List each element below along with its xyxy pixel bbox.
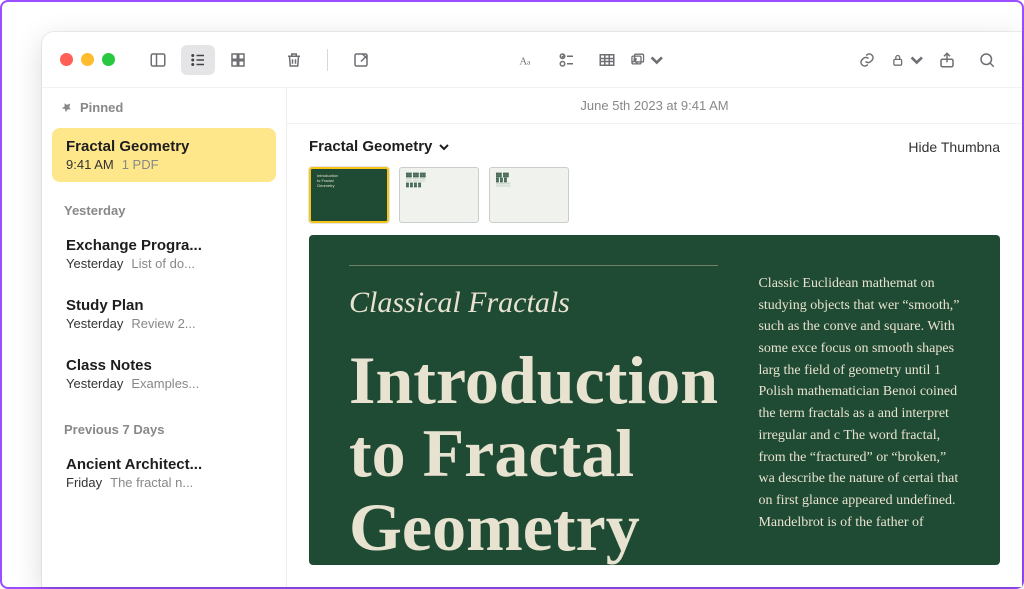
pdf-viewer[interactable]: Classical Fractals Introduction to Fract… <box>309 235 1000 565</box>
pdf-divider <box>349 265 718 266</box>
pdf-main-title: Introduction to Fractal Geometry <box>349 344 718 564</box>
content-area: Pinned Fractal Geometry 9:41 AM 1 PDF Ye… <box>42 88 1022 587</box>
notes-sidebar: Pinned Fractal Geometry 9:41 AM 1 PDF Ye… <box>42 88 287 587</box>
note-item-pinned[interactable]: Fractal Geometry 9:41 AM 1 PDF <box>52 128 276 182</box>
note-title: Class Notes <box>66 357 262 374</box>
note-preview: Examples... <box>131 376 199 391</box>
note-preview: The fractal n... <box>110 475 193 490</box>
minimize-button[interactable] <box>81 53 94 66</box>
pdf-title-dropdown[interactable]: Fractal Geometry <box>309 138 450 155</box>
group-yesterday: Yesterday <box>42 185 286 224</box>
note-preview: Review 2... <box>131 316 195 331</box>
delete-icon[interactable] <box>277 45 311 75</box>
checklist-icon[interactable] <box>550 45 584 75</box>
note-time: 9:41 AM <box>66 157 114 172</box>
compose-icon[interactable] <box>344 45 378 75</box>
pdf-thumbnails: Introductionto FractalGeometry ▓▓ ▓▓ ▓▓░… <box>287 163 1022 235</box>
note-time: Yesterday <box>66 316 123 331</box>
pdf-thumbnail-2[interactable]: ▓▓ ▓▓ ▓▓░░ ░░ ░░▓ ▓ ▓ ▓ <box>399 167 479 223</box>
toolbar-separator <box>327 49 328 71</box>
chevron-down-icon <box>438 141 450 153</box>
pdf-title: Fractal Geometry <box>309 138 432 155</box>
note-title: Study Plan <box>66 297 262 314</box>
note-title: Exchange Progra... <box>66 237 262 254</box>
pin-icon <box>60 101 73 114</box>
note-title: Ancient Architect... <box>66 456 262 473</box>
note-item[interactable]: Class Notes Yesterday Examples... <box>52 347 276 401</box>
note-time: Yesterday <box>66 376 123 391</box>
share-icon[interactable] <box>930 45 964 75</box>
chevron-down-icon <box>649 51 665 69</box>
hide-thumbnails-button[interactable]: Hide Thumbna <box>908 139 1000 155</box>
note-time: Yesterday <box>66 256 123 271</box>
pinned-header: Pinned <box>42 88 286 125</box>
lock-icon[interactable] <box>890 45 924 75</box>
close-button[interactable] <box>60 53 73 66</box>
date-header: June 5th 2023 at 9:41 AM <box>287 88 1022 124</box>
pdf-subtitle: Classical Fractals <box>349 286 718 320</box>
maximize-button[interactable] <box>102 53 115 66</box>
text-format-icon[interactable]: Aa <box>510 45 544 75</box>
search-icon[interactable] <box>970 45 1004 75</box>
pdf-thumbnail-3[interactable]: ▓▓ ▓▓▓ ▓ ▓░░░░░ <box>489 167 569 223</box>
list-view-icon[interactable] <box>181 45 215 75</box>
pdf-header: Fractal Geometry Hide Thumbna <box>287 124 1022 163</box>
group-previous-7-days: Previous 7 Days <box>42 404 286 443</box>
toolbar: Aa <box>42 32 1022 88</box>
pdf-title-block: Classical Fractals Introduction to Fract… <box>349 265 718 535</box>
note-item[interactable]: Study Plan Yesterday Review 2... <box>52 287 276 341</box>
window-controls <box>60 53 115 66</box>
note-meta: 1 PDF <box>122 157 159 172</box>
pdf-thumbnail-1[interactable]: Introductionto FractalGeometry <box>309 167 389 223</box>
app-window: Aa Pinned <box>42 32 1022 587</box>
note-item[interactable]: Ancient Architect... Friday The fractal … <box>52 446 276 500</box>
link-icon[interactable] <box>850 45 884 75</box>
table-icon[interactable] <box>590 45 624 75</box>
note-title: Fractal Geometry <box>66 138 262 155</box>
note-item[interactable]: Exchange Progra... Yesterday List of do.… <box>52 227 276 281</box>
main-content: June 5th 2023 at 9:41 AM Fractal Geometr… <box>287 88 1022 587</box>
note-time: Friday <box>66 475 102 490</box>
media-icon[interactable] <box>630 45 664 75</box>
sidebar-toggle-icon[interactable] <box>141 45 175 75</box>
pinned-label: Pinned <box>80 100 123 115</box>
note-preview: List of do... <box>131 256 195 271</box>
grid-view-icon[interactable] <box>221 45 255 75</box>
svg-text:a: a <box>527 57 531 66</box>
pdf-body-text: Classic Euclidean mathemat on studying o… <box>758 265 960 535</box>
chevron-down-icon <box>909 51 925 69</box>
